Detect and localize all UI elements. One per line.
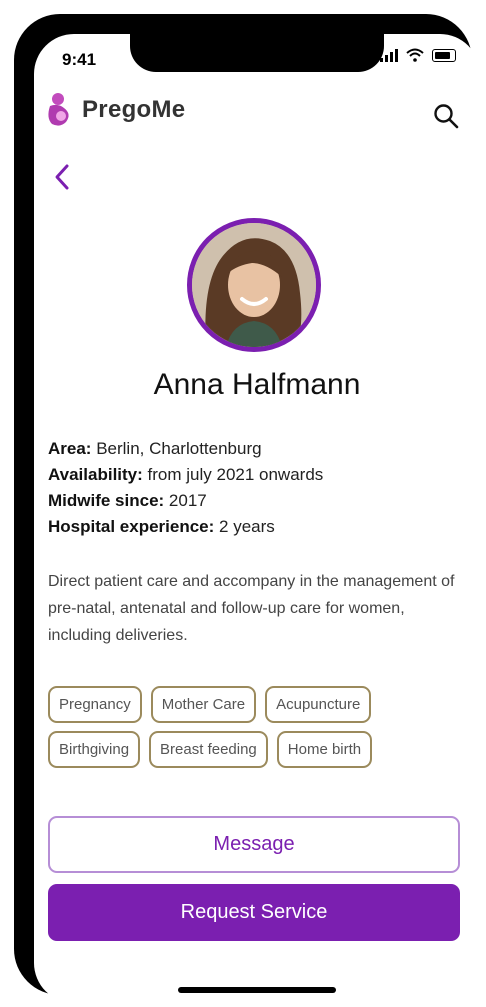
status-icons	[380, 48, 456, 62]
battery-icon	[432, 48, 456, 62]
home-indicator	[178, 987, 336, 993]
detail-midwife-since: Midwife since: 2017	[48, 488, 323, 514]
brand-name: PregoMe	[82, 96, 186, 123]
profile-details: Area: Berlin, Charlottenburg Availabilit…	[48, 436, 323, 540]
tag-list: Pregnancy Mother Care Acupuncture Birthg…	[48, 686, 468, 768]
logo-icon	[48, 93, 69, 126]
detail-label: Midwife since:	[48, 491, 165, 510]
tag-birthgiving[interactable]: Birthgiving	[48, 731, 141, 768]
detail-label: Availability:	[48, 465, 143, 484]
detail-label: Hospital experience:	[48, 517, 215, 536]
profile-description: Direct patient care and accompany in the…	[48, 573, 455, 644]
status-time: 9:41	[62, 50, 97, 69]
message-button[interactable]: Message	[48, 816, 460, 873]
tag-mother-care[interactable]: Mother Care	[150, 686, 257, 723]
detail-label: Area:	[48, 439, 92, 458]
detail-value: 2 years	[219, 517, 275, 536]
detail-hospital-experience: Hospital experience: 2 years	[48, 514, 323, 540]
detail-area: Area: Berlin, Charlottenburg	[48, 436, 323, 462]
phone-frame: 9:41 PregoMe Anna Halfmann Area: Berlin,…	[14, 14, 480, 1003]
wifi-icon	[406, 48, 424, 62]
search-button[interactable]	[430, 100, 462, 132]
detail-value: 2017	[168, 491, 207, 510]
chevron-left-icon	[55, 164, 69, 190]
profile-photo	[192, 223, 316, 347]
detail-availability: Availability: from july 2021 onwards	[48, 462, 323, 488]
detail-value: Berlin, Charlottenburg	[96, 439, 262, 458]
search-icon	[434, 104, 459, 129]
profile-name: Anna Halfmann	[153, 368, 361, 401]
brand[interactable]: PregoMe	[46, 92, 185, 128]
request-service-button[interactable]: Request Service	[48, 884, 460, 941]
avatar	[187, 218, 321, 352]
tag-pregnancy[interactable]: Pregnancy	[48, 686, 142, 723]
back-button[interactable]	[48, 160, 76, 194]
tag-breast-feeding[interactable]: Breast feeding	[149, 731, 268, 768]
signal-icon	[380, 48, 398, 62]
tag-home-birth[interactable]: Home birth	[276, 731, 373, 768]
tag-acupuncture[interactable]: Acupuncture	[265, 686, 372, 723]
screen: 9:41 PregoMe Anna Halfmann Area: Berlin,…	[34, 34, 480, 1003]
notch	[130, 34, 384, 72]
detail-value: from july 2021 onwards	[147, 465, 324, 484]
